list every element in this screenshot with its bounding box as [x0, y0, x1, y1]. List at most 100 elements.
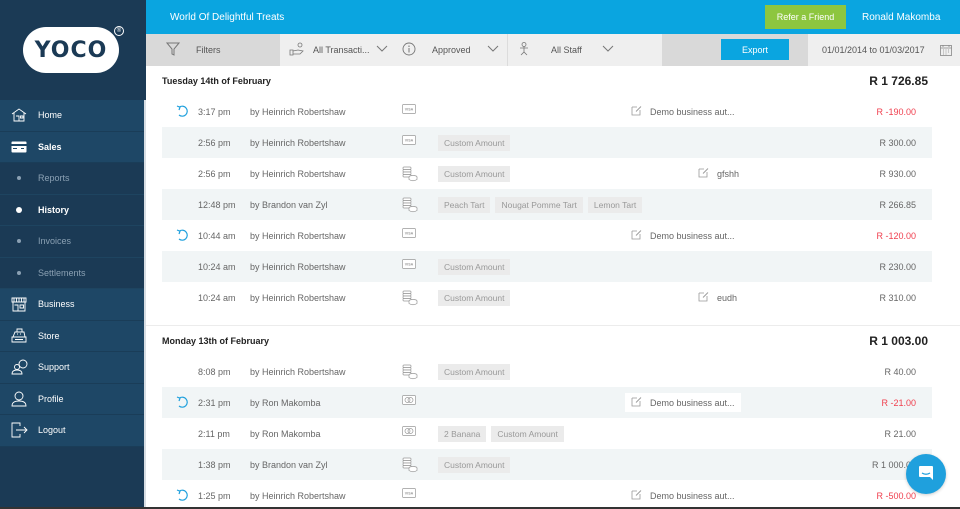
note-icon	[631, 489, 642, 502]
sidebar-subitem-history[interactable]: History	[0, 194, 146, 226]
refund-icon	[176, 104, 190, 120]
sidebar-item-store[interactable]: Store	[0, 320, 146, 352]
sidebar-subitem-reports[interactable]: Reports	[0, 163, 146, 195]
cash-icon	[402, 457, 418, 475]
registered-mark: ®	[114, 26, 124, 36]
refer-a-friend-button[interactable]: Refer a Friend	[765, 5, 846, 29]
sidebar-item-support[interactable]: Support	[0, 352, 146, 384]
visa-icon: VISA	[402, 135, 416, 147]
sidebar-item-home[interactable]: Home	[0, 100, 146, 132]
item-tag: Custom Amount	[438, 363, 511, 380]
transaction-row[interactable]: 10:44 am by Heinrich Robertshaw VISA Demo b…	[162, 220, 932, 251]
note-icon	[698, 167, 709, 180]
transaction-row[interactable]: 10:24 am by Heinrich Robertshaw VISA Custom…	[162, 251, 932, 282]
chat-button[interactable]	[906, 454, 946, 494]
sidebar-item-business[interactable]: Business	[0, 289, 146, 321]
cash-icon	[402, 364, 418, 382]
status-value: Approved	[432, 45, 471, 55]
user-menu[interactable]: Ronald Makomba	[862, 0, 940, 34]
transaction-type-select[interactable]: All Transacti...	[289, 34, 388, 66]
transaction-time: 10:24 am	[198, 261, 236, 272]
transaction-amount: R -190.00	[876, 106, 916, 117]
sidebar-item-sales[interactable]: Sales	[0, 131, 146, 163]
filters-button[interactable]: Filters	[146, 34, 280, 66]
sidebar-item-profile[interactable]: Profile	[0, 383, 146, 415]
item-tag: Nougat Pomme Tart	[495, 196, 583, 213]
transaction-row[interactable]: 12:48 pm by Brandon van Zyl Peach Tart Noug…	[162, 189, 932, 220]
export-button[interactable]: Export	[721, 39, 789, 60]
bullet-icon	[0, 206, 38, 213]
transaction-time: 8:08 pm	[198, 366, 231, 377]
staff-icon	[519, 42, 529, 58]
note-text: gfshh	[717, 168, 740, 179]
top-bar: World Of Delightful Treats Refer a Frien…	[146, 0, 960, 34]
transaction-time: 2:56 pm	[198, 168, 231, 179]
sidebar-item-label: Reports	[38, 173, 70, 184]
transaction-row[interactable]: 1:25 pm by Heinrich Robertshaw VISA Demo bu…	[162, 480, 932, 509]
transaction-row[interactable]: 3:17 pm by Heinrich Robertshaw VISA Demo bu…	[162, 96, 932, 127]
transaction-staff: by Ron Makomba	[250, 428, 321, 439]
sidebar-subitem-invoices[interactable]: Invoices	[0, 226, 146, 258]
transaction-history: Tuesday 14th of February R 1 726.85 3:17 p…	[146, 66, 960, 509]
transaction-note: Demo business aut...	[625, 102, 741, 121]
sidebar-subitem-settlements[interactable]: Settlements	[0, 257, 146, 289]
transaction-note: eudh	[692, 288, 743, 307]
item-tag: Custom Amount	[438, 165, 511, 182]
cash-icon	[402, 290, 418, 308]
item-tags: Custom Amount	[438, 134, 511, 151]
note-text: Demo business aut...	[650, 230, 735, 241]
item-tags: 2 Banana Custom Amount	[438, 425, 564, 442]
transaction-note: gfshh	[692, 164, 745, 183]
item-tag: Custom Amount	[438, 258, 511, 275]
item-tags: Peach Tart Nougat Pomme Tart Lemon Tart	[438, 196, 643, 213]
transaction-amount: R -120.00	[876, 230, 916, 241]
sidebar-item-label: Sales	[38, 141, 62, 152]
sidebar-item-label: Profile	[38, 393, 64, 404]
refund-icon	[176, 228, 190, 244]
business-name[interactable]: World Of Delightful Treats	[170, 12, 284, 23]
sidebar-item-label: Logout	[38, 425, 66, 436]
chevron-down-icon	[376, 45, 388, 55]
logout-icon	[0, 422, 38, 438]
transaction-row[interactable]: 2:56 pm by Heinrich Robertshaw VISA Custom …	[162, 127, 932, 158]
transaction-row[interactable]: 10:24 am by Heinrich Robertshaw Custom Amo…	[162, 282, 932, 313]
day-spacer	[146, 313, 960, 325]
status-select[interactable]: Approved	[402, 34, 499, 66]
info-icon	[402, 42, 416, 58]
svg-text:VISA: VISA	[405, 139, 414, 143]
bullet-icon	[0, 176, 38, 181]
cash-icon	[402, 197, 418, 215]
transaction-row[interactable]: 2:56 pm by Heinrich Robertshaw Custom Amou…	[162, 158, 932, 189]
item-tags: Custom Amount	[438, 258, 511, 275]
transaction-row[interactable]: 2:31 pm by Ron Makomba Demo business aut..…	[162, 387, 932, 418]
calendar-icon[interactable]	[940, 44, 952, 58]
svg-text:VISA: VISA	[405, 263, 414, 267]
support-icon	[0, 359, 38, 375]
visa-icon: VISA	[402, 259, 416, 271]
transaction-row[interactable]: 1:38 pm by Brandon van Zyl Custom Amount R …	[162, 449, 932, 480]
transaction-staff: by Heinrich Robertshaw	[250, 230, 346, 241]
note-text: Demo business aut...	[650, 397, 735, 408]
transaction-time: 2:31 pm	[198, 397, 231, 408]
item-tags: Custom Amount	[438, 363, 511, 380]
transaction-time: 2:56 pm	[198, 137, 231, 148]
item-tags: Custom Amount	[438, 289, 511, 306]
visa-icon: VISA	[402, 488, 416, 500]
sidebar-item-logout[interactable]: Logout	[0, 415, 146, 447]
filters-label: Filters	[196, 45, 221, 55]
transaction-row[interactable]: 2:11 pm by Ron Makomba 2 Banana Custom Amou…	[162, 418, 932, 449]
chevron-down-icon	[487, 45, 499, 55]
transaction-time: 10:24 am	[198, 292, 236, 303]
refund-icon	[176, 395, 190, 411]
staff-select[interactable]: All Staff	[519, 34, 614, 66]
logo-text: YOCO	[34, 37, 108, 63]
visa-icon: VISA	[402, 104, 416, 116]
filter-bar: Filters All Transacti... Approved All St…	[146, 34, 960, 66]
bullet-icon	[0, 239, 38, 244]
date-range[interactable]: 01/01/2014 to 01/03/2017	[822, 34, 925, 66]
sidebar-item-label: Store	[38, 330, 60, 341]
svg-text:VISA: VISA	[405, 232, 414, 236]
logo[interactable]: YOCO ®	[0, 0, 146, 100]
transaction-row[interactable]: 8:08 pm by Heinrich Robertshaw Custom Amou…	[162, 356, 932, 387]
transaction-staff: by Heinrich Robertshaw	[250, 292, 346, 303]
